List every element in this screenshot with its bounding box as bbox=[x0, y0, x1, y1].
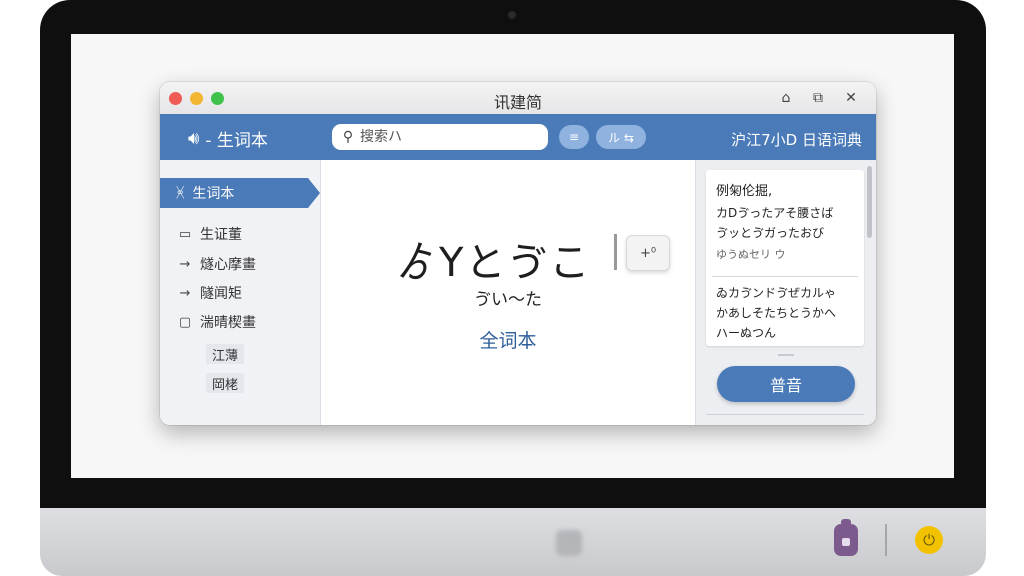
sidebar-item-label: 湍晴楔畫 bbox=[200, 315, 256, 331]
sidebar-item-2[interactable]: → 燧心摩畫 bbox=[176, 254, 256, 274]
calendar-icon: ▢ bbox=[178, 314, 192, 330]
speaker-icon: 🔊︎ bbox=[188, 128, 200, 149]
search-icon: ⚲ bbox=[342, 129, 354, 145]
example-line: ゔッとゔガったおび bbox=[716, 226, 825, 240]
sidebar-item-label: 生证董 bbox=[200, 227, 242, 243]
vocabulary-link[interactable]: 全词本 bbox=[321, 326, 695, 353]
brand-label: - 生词本 bbox=[205, 131, 268, 151]
dictionary-window: 讯建简 ⌂ ⧉ ✕ 🔊︎ - 生词本 ⚲ ≡ ル ⇆ 沪江7小D 日语词典 ᚸ … bbox=[160, 82, 876, 425]
sidebar-item-1[interactable]: ▭ 生证董 bbox=[176, 224, 242, 244]
toolbar: 🔊︎ - 生词本 ⚲ ≡ ル ⇆ 沪江7小D 日语词典 bbox=[160, 114, 876, 160]
examples-scrollbar[interactable] bbox=[867, 166, 872, 342]
usb-drive-icon bbox=[834, 519, 858, 556]
examples-card: 例匊伦掘, カDゔったアそ腰さば ゔッとゔガったおび ゆうぬセリ ウ ゐカゔンド… bbox=[706, 170, 864, 346]
example-line: カDゔったアそ腰さば bbox=[716, 206, 834, 220]
lock-icon[interactable]: ⌂ bbox=[777, 89, 795, 107]
search-input[interactable] bbox=[358, 128, 542, 146]
window-title: 讯建简 bbox=[493, 93, 542, 112]
play-audio-button[interactable]: 普音 bbox=[717, 366, 855, 402]
panel-divider bbox=[706, 414, 864, 415]
folder-icon: ▭ bbox=[178, 226, 192, 242]
sidebar-item-3[interactable]: → 隧闻矩 bbox=[176, 283, 242, 303]
apple-logo-icon bbox=[556, 530, 582, 556]
examples-panel: 例匊伦掘, カDゔったアそ腰さば ゔッとゔガったおび ゆうぬセリ ウ ゐカゔンド… bbox=[695, 160, 876, 425]
example-line: かあしそたちとうかへ bbox=[716, 306, 837, 320]
sidebar-subitem-2[interactable]: 岡栳 bbox=[206, 373, 245, 393]
dictionary-title: 沪江7小D 日语词典 bbox=[731, 131, 862, 149]
camera-dot bbox=[508, 11, 516, 19]
filter-button[interactable]: ≡ bbox=[559, 125, 589, 149]
scrollbar-thumb[interactable] bbox=[867, 166, 872, 238]
sidebar-subitem-1[interactable]: 江薄 bbox=[206, 344, 245, 364]
brand[interactable]: 🔊︎ - 生词本 bbox=[188, 126, 268, 151]
text-cursor bbox=[614, 234, 617, 270]
word-detail-panel: ゟYとゔこ +⁰ ゔい〜た 全词本 bbox=[321, 160, 695, 425]
sidebar-item-4[interactable]: ▢ 湍晴楔畫 bbox=[176, 312, 256, 332]
example-line: ゐカゔンドゔぜカルゃ bbox=[716, 286, 837, 300]
search-box[interactable]: ⚲ bbox=[332, 124, 548, 150]
examples-divider bbox=[712, 276, 858, 277]
arrow-right-icon: → bbox=[179, 256, 191, 272]
arrow-right-icon: → bbox=[179, 285, 191, 301]
power-icon[interactable]: ⏻ bbox=[915, 526, 943, 554]
filter-icon: ≡ bbox=[568, 130, 580, 144]
tab-icon[interactable]: ⧉ bbox=[809, 89, 827, 107]
examples-heading: 例匊伦掘, bbox=[716, 184, 773, 199]
title-bar: 讯建简 ⌂ ⧉ ✕ bbox=[160, 82, 876, 115]
example-line: ゆうぬセリ ウ bbox=[716, 248, 786, 261]
close-icon[interactable]: ✕ bbox=[842, 89, 860, 107]
sidebar-item-label: 生词本 bbox=[192, 186, 235, 202]
toggle-button[interactable]: ル ⇆ bbox=[596, 125, 646, 149]
sidebar-item-label: 隧闻矩 bbox=[200, 286, 242, 302]
sidebar-item-vocabulary[interactable]: ᚸ 生词本 bbox=[160, 178, 320, 208]
sidebar: ᚸ 生词本 ▭ 生证董 → 燧心摩畫 → 隧闻矩 ▢ 湍晴楔畫 江薄 岡栳 bbox=[160, 160, 321, 425]
example-line: ハーぬつん bbox=[716, 326, 777, 340]
word-reading: ゔい〜た bbox=[474, 290, 542, 310]
headword: ゟYとゔこ bbox=[397, 240, 592, 286]
sidebar-item-label: 燧心摩畫 bbox=[200, 257, 256, 273]
resize-grip[interactable] bbox=[778, 354, 794, 356]
vocabulary-icon: ᚸ bbox=[176, 185, 185, 201]
chin-divider bbox=[885, 524, 887, 556]
add-word-button[interactable]: +⁰ bbox=[626, 235, 670, 271]
